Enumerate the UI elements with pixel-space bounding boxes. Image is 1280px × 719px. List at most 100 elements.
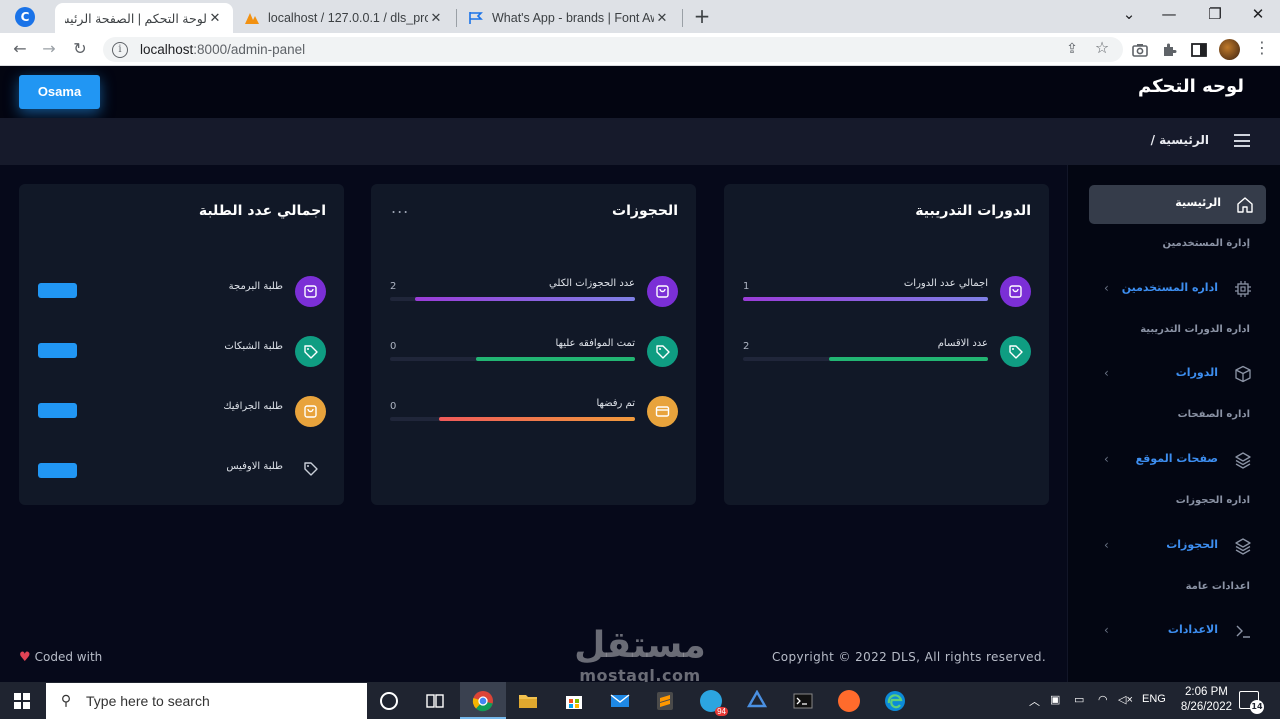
back-icon[interactable]: ← [9,38,31,60]
postman-icon[interactable] [838,690,860,712]
stat-label: اجمالي عدد الدورات [903,278,988,289]
coded-with-text: Coded with [34,650,103,664]
taskbar-search[interactable]: ⚲ Type here to search [46,683,367,719]
cortana-icon[interactable] [380,692,398,710]
camera-icon[interactable] [1131,41,1149,59]
browser-toolbar: ← → ↻ i localhost:8000/admin-panel ⇪ ☆ ⋮ [0,33,1280,66]
breadcrumb-bar: الرئيسية / [0,118,1280,165]
count-pill[interactable] [38,403,77,418]
bag-icon [304,285,317,298]
chevron-left-icon: ‹ [1104,623,1109,637]
progress-fill [439,417,635,421]
progress-fill [828,357,988,361]
side-panel-icon[interactable] [1190,41,1208,59]
breadcrumb[interactable]: الرئيسية / [1151,133,1209,147]
stat-icon-badge [1000,276,1031,307]
task-view-icon[interactable] [424,690,446,712]
file-explorer-icon[interactable] [517,690,539,712]
user-menu-button[interactable]: Osama [19,75,100,109]
browser-tab-bar: C لوحة التحكم | الصفحة الرئيسية ✕ localh… [0,0,1280,33]
card-title: الحجوزات [612,203,678,219]
chevron-left-icon: ‹ [1104,452,1109,466]
count-pill[interactable] [38,343,77,358]
restore-icon[interactable]: ❐ [1202,4,1228,24]
bookmark-star-icon[interactable]: ☆ [1093,39,1111,57]
network-status-icon[interactable]: ▣ [1050,693,1060,706]
chevron-left-icon: ‹ [1104,366,1109,380]
card-title: الدورات التدريبية [915,203,1031,219]
stat-icon-badge [295,396,326,427]
progress-track [390,357,635,361]
store-icon[interactable] [563,690,585,712]
sidebar-item-bookings[interactable]: الحجوزات ‹ [1068,534,1280,558]
share-icon[interactable]: ⇪ [1063,40,1081,58]
close-icon[interactable]: ✕ [207,10,223,26]
stat-icon-badge [295,336,326,367]
sidebar-item-label: صفحات الموقع [1135,452,1218,465]
admin-app: Osama لوحه التحكم الرئيسية / الرئيسية إد… [0,66,1280,682]
volume-icon[interactable]: ◁× [1118,693,1133,706]
sidebar-item-home[interactable]: الرئيسية [1089,185,1266,224]
sidebar-item-pages[interactable]: صفحات الموقع ‹ [1068,448,1280,472]
wifi-icon[interactable]: ◠ [1098,693,1108,706]
telegram-icon[interactable]: 94 [700,690,728,716]
taskbar-clock[interactable]: 2:06 PM 8/26/2022 [1181,685,1232,715]
tab-font-awesome[interactable]: What's App - brands | Font Awesome ✕ [458,3,680,33]
sync-app-icon[interactable] [746,690,768,712]
terminal-app-icon[interactable] [792,690,814,712]
watermark-logo: مستقل mostaql.com [560,626,720,683]
chevron-left-icon: ‹ [1104,281,1109,295]
close-icon[interactable]: ✕ [654,10,670,26]
chrome-icon[interactable] [472,690,494,712]
stat-label: طلبة الشبكات [224,341,283,352]
sidebar-item-settings[interactable]: الاعدادات ‹ [1068,619,1280,643]
language-indicator[interactable]: ENG [1142,693,1166,705]
tab-search-icon[interactable]: ⌄ [1116,4,1142,24]
extensions-icon[interactable] [1160,41,1178,59]
windows-start-icon[interactable] [14,693,30,709]
app-brand-title[interactable]: لوحه التحكم [1138,76,1244,97]
menu-kebab-icon[interactable]: ⋮ [1253,39,1271,57]
sidebar-item-users[interactable]: اداره المستخدمين ‹ [1068,277,1280,301]
clock-date: 8/26/2022 [1180,701,1232,713]
count-pill[interactable] [38,283,77,298]
new-tab-button[interactable]: + [692,5,712,27]
sidebar-item-courses[interactable]: الدورات ‹ [1068,362,1280,386]
address-bar[interactable]: i localhost:8000/admin-panel [103,37,1123,62]
forward-icon[interactable]: → [38,38,60,60]
more-options-icon[interactable]: ... [391,198,409,217]
edge-icon[interactable] [884,690,906,712]
flag-icon [469,12,483,24]
progress-track [390,297,635,301]
footer-copyright: Copyright © 2022 DLS, All rights reserve… [772,650,1047,664]
chevron-left-icon: ‹ [1104,538,1109,552]
reload-icon[interactable]: ↻ [69,38,91,60]
tab-admin-panel[interactable]: لوحة التحكم | الصفحة الرئيسية ✕ [55,3,233,33]
tab-separator [456,9,457,27]
site-info-icon[interactable]: i [112,41,128,58]
cpu-icon [1235,281,1251,297]
terminal-icon [1236,625,1250,638]
window-close-icon[interactable]: ✕ [1245,4,1271,24]
sublime-icon[interactable] [654,690,676,712]
close-icon[interactable]: ✕ [428,10,444,26]
sidebar-toggle-icon[interactable] [1234,134,1250,147]
clock-time: 2:06 PM [1185,686,1228,698]
chrome-profile-icon[interactable]: C [15,7,35,27]
url-text[interactable]: localhost:8000/admin-panel [140,42,305,57]
stat-value: 2 [743,341,750,352]
progress-track [390,417,635,421]
windows-taskbar: ⚲ Type here to search 94 ︿ ▣ ▭ ◠ ◁× ENG … [0,682,1280,719]
minimize-icon[interactable]: — [1156,4,1182,24]
stat-label: طلبه الجرافيك [223,401,283,412]
stat-icon-badge [647,276,678,307]
notification-center-icon[interactable]: 14 [1239,691,1264,714]
show-hidden-icons[interactable]: ︿ [1029,693,1040,709]
count-pill[interactable] [38,463,77,478]
battery-icon[interactable]: ▭ [1074,693,1084,706]
mail-icon[interactable] [609,690,631,712]
sidebar-item-label: اداره المستخدمين [1121,281,1218,294]
sidebar-item-label: الاعدادات [1167,623,1218,636]
profile-avatar[interactable] [1219,39,1240,60]
tab-phpmyadmin[interactable]: localhost / 127.0.0.1 / dls_project ✕ [234,3,454,33]
